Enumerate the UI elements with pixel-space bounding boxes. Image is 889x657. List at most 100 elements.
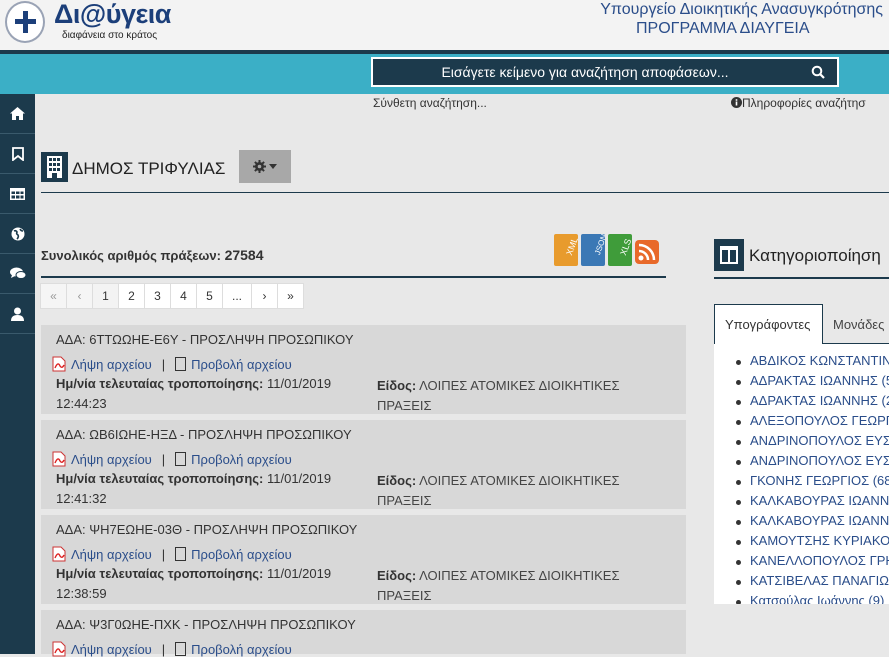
search-info-link[interactable]: Πληροφορίες αναζήτησ bbox=[731, 96, 866, 110]
record-title[interactable]: ΑΔΑ: Ψ3Γ0ΩΗΕ-ΠΧΚ - ΠΡΟΣΛΗΨΗ ΠΡΟΣΩΠΙΚΟΥ bbox=[56, 617, 356, 632]
record-item: ΑΔΑ: 6ΤΤΩΩΗΕ-Ε6Υ - ΠΡΟΣΛΗΨΗ ΠΡΟΣΩΠΙΚΟΥ Λ… bbox=[41, 325, 686, 414]
search-icon[interactable] bbox=[811, 65, 825, 79]
signer-item[interactable]: ΚΑΛΚΑΒΟΥΡΑΣ ΙΩΑΝΝ bbox=[714, 513, 889, 533]
signer-item[interactable]: ΑΒΔΙΚΟΣ ΚΩΝΣΤΑΝΤΙΝ bbox=[714, 353, 889, 373]
pdf-icon bbox=[52, 356, 66, 372]
record-date-value: 11/01/2019 bbox=[266, 376, 332, 391]
sidebar-item-home[interactable] bbox=[0, 94, 35, 134]
ministry-name: Υπουργείο Διοικητικής Ανασυγκρότησης bbox=[600, 1, 883, 18]
pagination-page-4[interactable]: 4 bbox=[170, 283, 197, 309]
user-icon bbox=[11, 307, 24, 321]
record-type-label: Είδος: bbox=[377, 473, 417, 488]
signer-item[interactable]: ΚΑΤΣΙΒΕΛΑΣ ΠΑΝΑΓΙΩ bbox=[714, 573, 889, 593]
download-file-link[interactable]: Λήψη αρχείου bbox=[71, 357, 152, 372]
table-icon bbox=[10, 187, 25, 200]
search-bar: Εισάγετε κείμενο για αναζήτηση αποφάσεων… bbox=[0, 54, 889, 94]
record-date-value: 11/01/2019 bbox=[266, 566, 332, 581]
record-date: Ημ/νία τελευταίας τροποποίησης: 11/01/20… bbox=[56, 566, 331, 581]
sidebar-item-globe[interactable] bbox=[0, 214, 35, 254]
home-icon bbox=[10, 107, 25, 120]
record-title[interactable]: ΑΔΑ: ΩΒ6ΙΩΗΕ-ΗΞΔ - ΠΡΟΣΛΗΨΗ ΠΡΟΣΩΠΙΚΟΥ bbox=[56, 427, 352, 442]
record-links: Λήψη αρχείου | Προβολή αρχείου bbox=[52, 356, 292, 372]
pagination-prev: ‹ bbox=[66, 283, 93, 309]
pagination-page-1[interactable]: 1 bbox=[92, 283, 119, 309]
record-type-label: Είδος: bbox=[377, 568, 417, 583]
categorization-tabs: Υπογράφοντες Μονάδες bbox=[714, 304, 889, 344]
advanced-search-link[interactable]: Σύνθετη αναζήτηση... bbox=[373, 96, 487, 110]
download-file-link[interactable]: Λήψη αρχείου bbox=[71, 452, 152, 467]
pagination: « ‹ 1 2 3 4 5 ... › » bbox=[40, 283, 305, 309]
total-acts-label: Συνολικός αριθμός πράξεων: bbox=[41, 248, 221, 263]
export-rss-button[interactable] bbox=[635, 234, 659, 266]
view-file-link[interactable]: Προβολή αρχείου bbox=[191, 642, 292, 657]
site-header: Δι@ύγεια διαφάνεια στο κράτος Υπουργείο … bbox=[0, 0, 889, 50]
pdf-icon bbox=[52, 641, 66, 657]
record-item: ΑΔΑ: Ψ3Γ0ΩΗΕ-ΠΧΚ - ΠΡΟΣΛΗΨΗ ΠΡΟΣΩΠΙΚΟΥ Λ… bbox=[41, 610, 686, 657]
search-input[interactable]: Εισάγετε κείμενο για αναζήτηση αποφάσεων… bbox=[371, 57, 839, 87]
sidebar-item-user[interactable] bbox=[0, 294, 35, 334]
pagination-ellipsis[interactable]: ... bbox=[222, 283, 253, 309]
sidebar-item-table[interactable] bbox=[0, 174, 35, 214]
record-date: Ημ/νία τελευταίας τροποποίησης: 11/01/20… bbox=[56, 376, 331, 391]
tab-signers[interactable]: Υπογράφοντες bbox=[714, 304, 823, 344]
record-time: 12:44:23 bbox=[56, 396, 107, 411]
globe-icon bbox=[11, 227, 24, 240]
pagination-page-2[interactable]: 2 bbox=[118, 283, 145, 309]
sidebar-item-bookmark[interactable] bbox=[0, 134, 35, 174]
download-file-link[interactable]: Λήψη αρχείου bbox=[71, 642, 152, 657]
logo-title[interactable]: Δι@ύγεια bbox=[54, 0, 171, 30]
caret-down-icon bbox=[269, 164, 277, 169]
export-json-button[interactable]: JSON bbox=[581, 233, 609, 266]
signer-item[interactable]: ΓΚΟΝΗΣ ΓΕΩΡΓΙΟΣ (68 bbox=[714, 473, 889, 493]
view-file-link[interactable]: Προβολή αρχείου bbox=[191, 452, 292, 467]
export-buttons: XML JSON XLS bbox=[554, 233, 659, 266]
pagination-page-3[interactable]: 3 bbox=[144, 283, 171, 309]
record-links: Λήψη αρχείου | Προβολή αρχείου bbox=[52, 451, 292, 467]
record-links: Λήψη αρχείου | Προβολή αρχείου bbox=[52, 641, 292, 657]
xml-file-icon: XML bbox=[554, 234, 580, 266]
signer-item[interactable]: Κατσούλας Ιωάννης (9) bbox=[714, 593, 889, 604]
export-xls-button[interactable]: XLS bbox=[608, 234, 633, 266]
greek-emblem-icon[interactable] bbox=[5, 1, 45, 43]
export-xml-button[interactable]: XML bbox=[554, 234, 580, 266]
signer-item[interactable]: ΑΛΕΞΟΠΟΥΛΟΣ ΓΕΩΡΓ bbox=[714, 413, 889, 433]
record-item: ΑΔΑ: ΩΒ6ΙΩΗΕ-ΗΞΔ - ΠΡΟΣΛΗΨΗ ΠΡΟΣΩΠΙΚΟΥ Λ… bbox=[41, 420, 686, 509]
document-icon bbox=[175, 357, 187, 371]
results-divider bbox=[41, 276, 666, 278]
pagination-page-5[interactable]: 5 bbox=[196, 283, 223, 309]
json-file-icon: JSON bbox=[581, 233, 609, 266]
download-file-link[interactable]: Λήψη αρχείου bbox=[71, 547, 152, 562]
settings-dropdown-button[interactable] bbox=[239, 150, 291, 183]
document-icon bbox=[175, 547, 187, 561]
record-time: 12:38:59 bbox=[56, 586, 107, 601]
view-file-link[interactable]: Προβολή αρχείου bbox=[191, 547, 292, 562]
info-icon bbox=[731, 97, 742, 108]
search-info-label: Πληροφορίες αναζήτησ bbox=[742, 96, 866, 110]
pagination-last[interactable]: » bbox=[277, 283, 305, 309]
record-links: Λήψη αρχείου | Προβολή αρχείου bbox=[52, 546, 292, 562]
xls-file-icon: XLS bbox=[608, 234, 633, 266]
sidebar bbox=[0, 94, 35, 654]
link-separator: | bbox=[161, 451, 166, 467]
signer-item[interactable]: ΑΝΔΡΙΝΟΠΟΥΛΟΣ ΕΥΣ bbox=[714, 453, 889, 473]
sidebar-item-comments[interactable] bbox=[0, 254, 35, 294]
record-date: Ημ/νία τελευταίας τροποποίησης: 11/01/20… bbox=[56, 471, 331, 486]
search-placeholder: Εισάγετε κείμενο για αναζήτηση αποφάσεων… bbox=[441, 64, 729, 80]
signer-item[interactable]: ΑΔΡΑΚΤΑΣ ΙΩΑΝΝΗΣ (2 bbox=[714, 393, 889, 413]
record-title[interactable]: ΑΔΑ: ΨΗ7ΕΩΗΕ-03Θ - ΠΡΟΣΛΗΨΗ ΠΡΟΣΩΠΙΚΟΥ bbox=[56, 522, 357, 537]
building-icon bbox=[41, 152, 68, 182]
signer-item[interactable]: ΚΑΛΚΑΒΟΥΡΑΣ ΙΩΑΝΝ bbox=[714, 493, 889, 513]
record-title[interactable]: ΑΔΑ: 6ΤΤΩΩΗΕ-Ε6Υ - ΠΡΟΣΛΗΨΗ ΠΡΟΣΩΠΙΚΟΥ bbox=[56, 332, 354, 347]
view-file-link[interactable]: Προβολή αρχείου bbox=[191, 357, 292, 372]
signer-item[interactable]: ΑΔΡΑΚΤΑΣ ΙΩΑΝΝΗΣ (5 bbox=[714, 373, 889, 393]
signer-item[interactable]: ΚΑΜΟΥΤΣΗΣ ΚΥΡΙΑΚΟ bbox=[714, 533, 889, 553]
record-item: ΑΔΑ: ΨΗ7ΕΩΗΕ-03Θ - ΠΡΟΣΛΗΨΗ ΠΡΟΣΩΠΙΚΟΥ Λ… bbox=[41, 515, 686, 604]
signer-item[interactable]: ΑΝΔΡΙΝΟΠΟΥΛΟΣ ΕΥΣ bbox=[714, 433, 889, 453]
pagination-first: « bbox=[40, 283, 67, 309]
link-separator: | bbox=[161, 546, 166, 562]
record-date-label: Ημ/νία τελευταίας τροποποίησης: bbox=[56, 566, 264, 581]
pagination-next[interactable]: › bbox=[251, 283, 279, 309]
total-acts: Συνολικός αριθμός πράξεων: 27584 bbox=[41, 247, 264, 263]
signer-item[interactable]: ΚΑΝΕΛΛΟΠΟΥΛΟΣ ΓΡΗ bbox=[714, 553, 889, 573]
tab-units[interactable]: Μονάδες bbox=[823, 304, 889, 344]
